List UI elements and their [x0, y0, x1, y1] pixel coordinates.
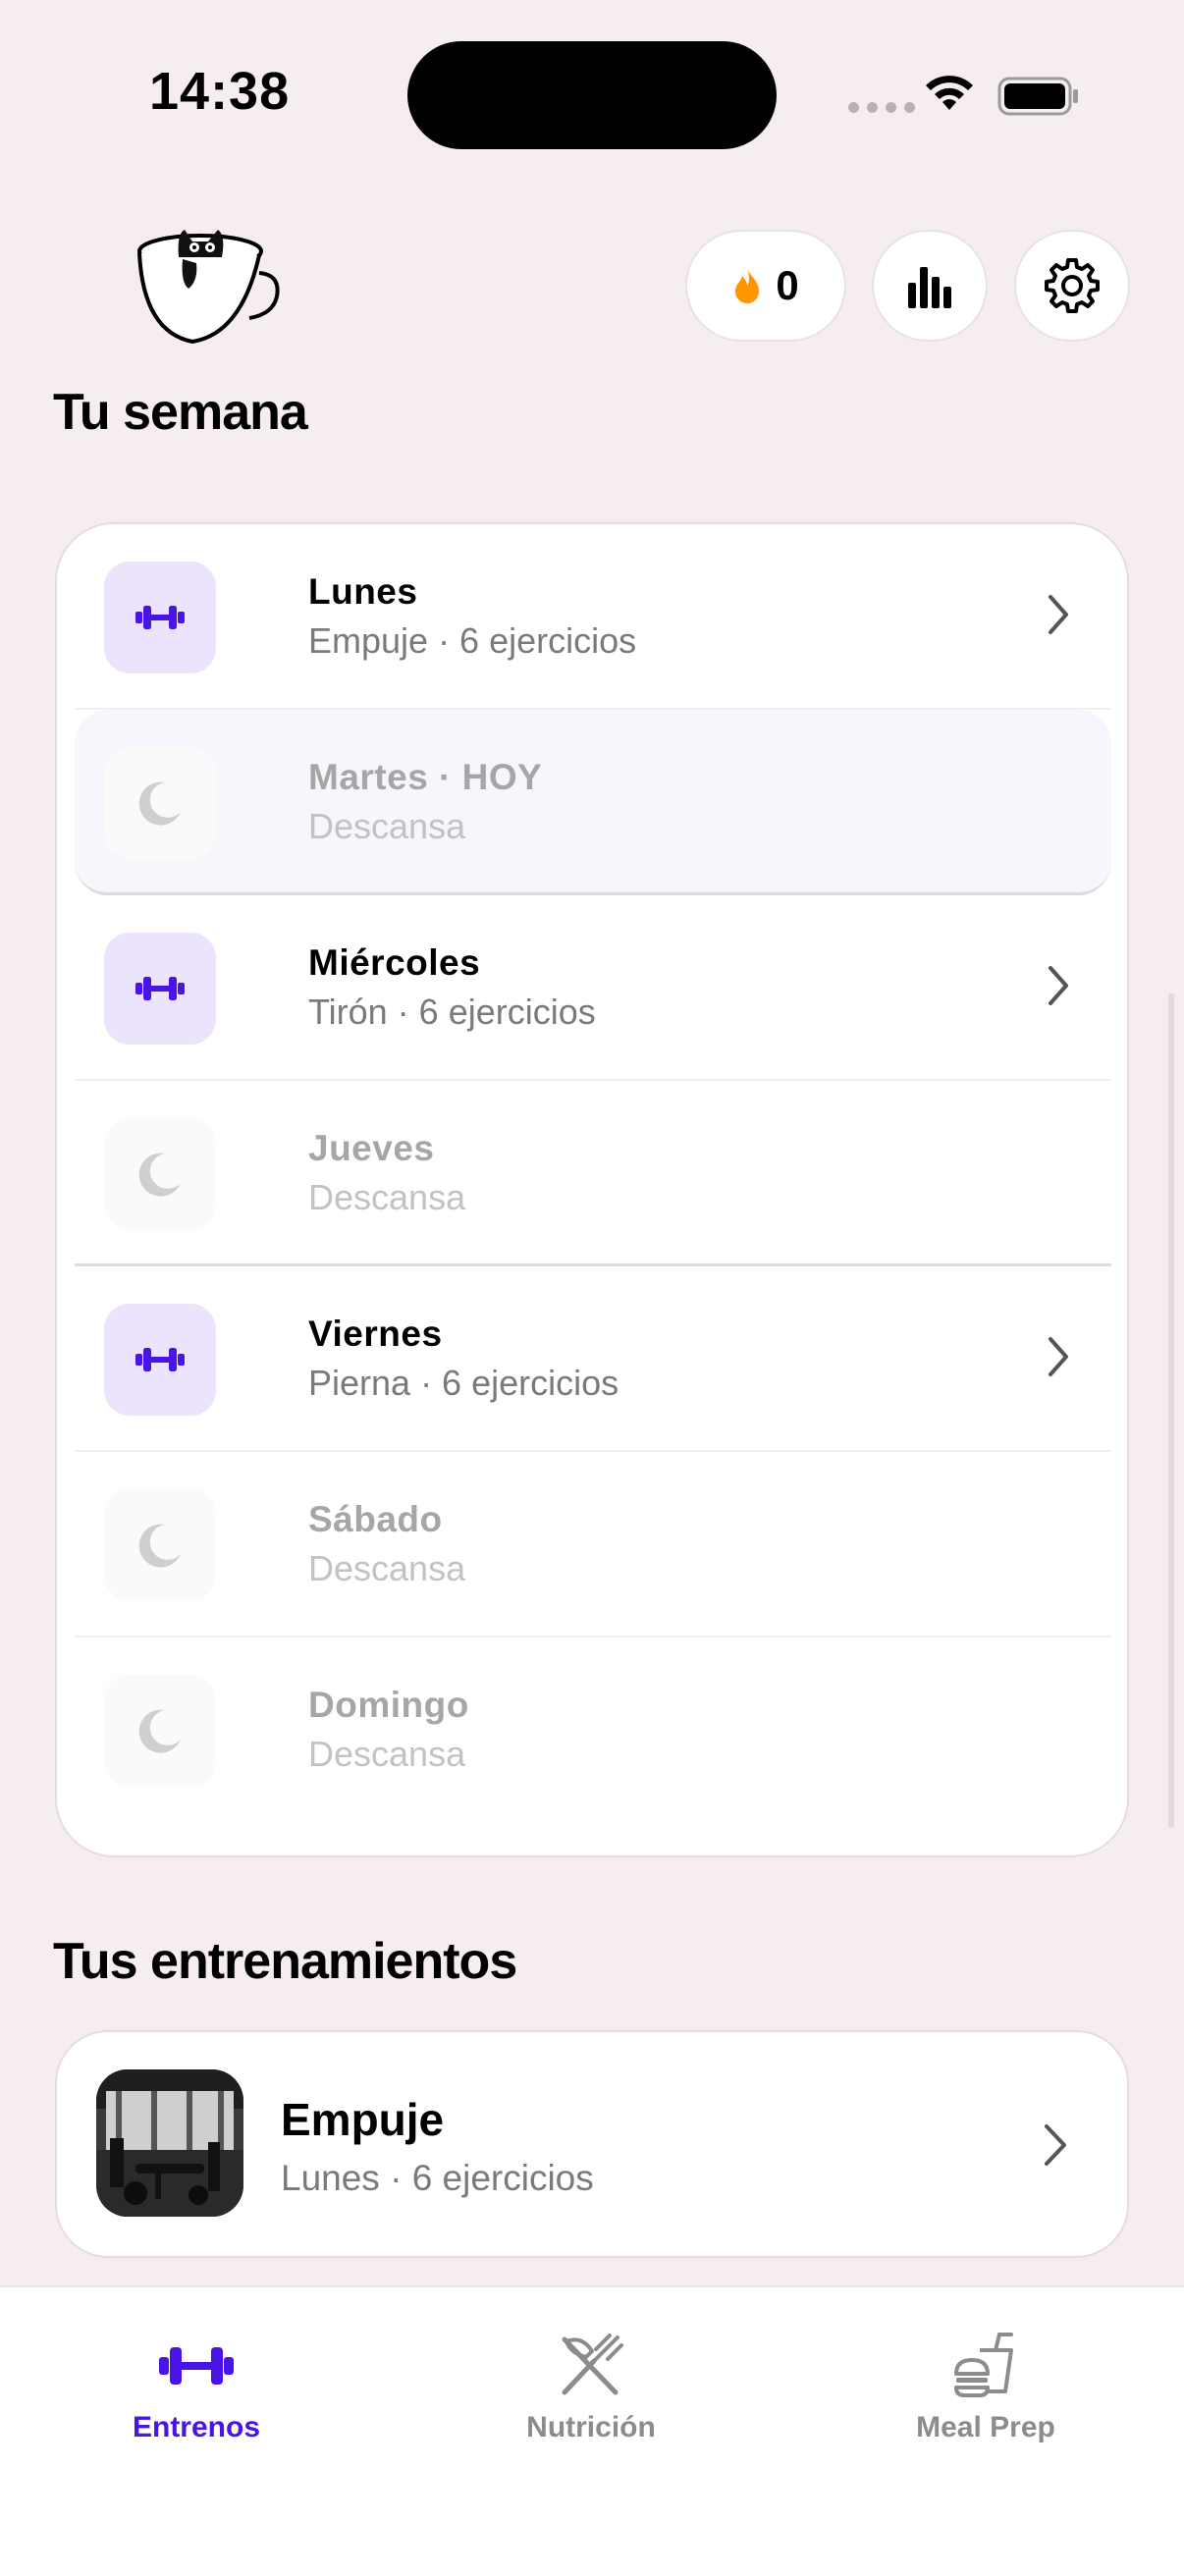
day-name: Lunes: [308, 571, 418, 612]
day-subtitle: Empuje · 6 ejercicios: [308, 620, 637, 661]
day-name: Jueves: [308, 1128, 435, 1168]
tab-entrenos[interactable]: Entrenos: [49, 2327, 344, 2444]
day-subtitle: Tirón · 6 ejercicios: [308, 992, 596, 1032]
cellular-signal-icon: [848, 102, 915, 113]
gear-icon: [1045, 258, 1100, 313]
tab-label: Entrenos: [132, 2411, 261, 2443]
tab-label: Meal Prep: [916, 2411, 1055, 2443]
moon-icon: [104, 1675, 216, 1787]
day-row-sabado: Sábado Descansa: [75, 1452, 1111, 1637]
workout-name: Empuje: [281, 2094, 445, 2145]
tab-meal-prep[interactable]: Meal Prep: [838, 2327, 1133, 2444]
dumbbell-icon: [104, 933, 216, 1045]
day-subtitle: Descansa: [308, 806, 466, 846]
day-name: Martes · HOY: [308, 757, 543, 797]
dynamic-island: [407, 41, 777, 149]
day-row-martes: Martes · HOY Descansa: [75, 710, 1111, 895]
day-row-viernes[interactable]: Viernes Pierna · 6 ejercicios: [75, 1266, 1111, 1452]
day-row-lunes[interactable]: Lunes Empuje · 6 ejercicios: [75, 524, 1111, 710]
day-name: Sábado: [308, 1499, 443, 1539]
moon-icon: [104, 1489, 216, 1601]
workout-card-empuje[interactable]: Empuje Lunes · 6 ejercicios: [55, 2030, 1129, 2258]
flame-icon: [735, 268, 760, 303]
week-card: Lunes Empuje · 6 ejercicios Martes · HOY…: [55, 522, 1129, 1857]
tab-label: Nutrición: [526, 2411, 656, 2443]
workouts-section-title: Tus entrenamientos: [53, 1933, 517, 1990]
day-row-miercoles[interactable]: Miércoles Tirón · 6 ejercicios: [75, 895, 1111, 1081]
chevron-right-icon: [1045, 2124, 1066, 2166]
streak-count: 0: [776, 262, 799, 308]
tab-nutricion[interactable]: Nutrición: [444, 2327, 738, 2444]
dumbbell-icon: [104, 1304, 216, 1416]
dumbbell-icon: [49, 2327, 344, 2405]
gym-photo: [96, 2069, 243, 2217]
day-subtitle: Descansa: [308, 1734, 466, 1774]
bar-chart-icon: [908, 267, 951, 308]
dumbbell-icon: [104, 562, 216, 673]
stats-button[interactable]: [872, 230, 988, 342]
day-name: Viernes: [308, 1314, 443, 1354]
chevron-right-icon: [1049, 966, 1068, 1005]
day-name: Domingo: [308, 1685, 469, 1725]
scroll-indicator[interactable]: [1168, 993, 1174, 1828]
settings-button[interactable]: [1014, 230, 1130, 342]
day-name: Miércoles: [308, 942, 481, 983]
meal-prep-icon: [838, 2327, 1133, 2405]
wifi-icon: [926, 76, 973, 110]
chevron-right-icon: [1049, 1337, 1068, 1376]
day-subtitle: Descansa: [308, 1177, 466, 1217]
day-subtitle: Pierna · 6 ejercicios: [308, 1363, 619, 1403]
day-row-jueves: Jueves Descansa: [75, 1081, 1111, 1266]
status-time: 14:38: [149, 62, 291, 121]
fork-knife-icon: [444, 2327, 738, 2405]
battery-icon: [997, 77, 1078, 116]
moon-icon: [104, 747, 216, 859]
streak-button[interactable]: 0: [685, 230, 846, 342]
day-row-domingo: Domingo Descansa: [75, 1637, 1111, 1823]
day-subtitle: Descansa: [308, 1548, 466, 1588]
workout-subtitle: Lunes · 6 ejercicios: [281, 2158, 594, 2198]
chevron-right-icon: [1049, 595, 1068, 634]
status-bar: 14:38: [0, 0, 1184, 187]
moon-icon: [104, 1118, 216, 1230]
week-section-title: Tu semana: [53, 384, 308, 441]
cat-in-cup-logo: [137, 230, 280, 345]
tab-bar: Entrenos Nutrición Meal Prep: [0, 2285, 1184, 2576]
